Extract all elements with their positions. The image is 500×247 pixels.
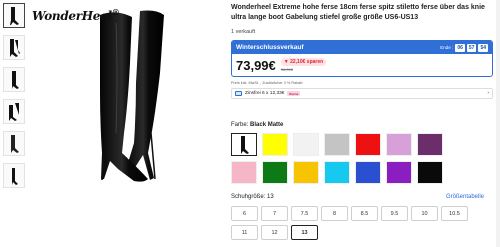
boot-thumbnail-icon — [12, 70, 19, 89]
klarna-badge: Klarna — [287, 91, 300, 96]
thumbnail-6[interactable] — [3, 163, 25, 188]
thumbnail-1[interactable] — [3, 3, 25, 28]
boot-thumbnail-icon — [10, 6, 19, 25]
thumbnail-strip — [3, 3, 25, 195]
color-swatch-grid — [231, 133, 471, 184]
chevron-right-icon: › — [487, 91, 489, 96]
thumbnail-4[interactable] — [3, 99, 25, 124]
size-option[interactable]: 9.5 — [381, 206, 408, 221]
product-info-panel: Wonderheel Extreme hohe ferse 18cm ferse… — [231, 3, 493, 99]
size-chart-link[interactable]: Größentabelle — [446, 194, 484, 200]
selected-color-name: Black Matte — [250, 122, 284, 128]
boot-thumbnail-icon — [12, 167, 18, 185]
sale-deal-header: Winterschlussverkauf Ende : 06 57 54 — [232, 41, 492, 54]
swatch-color-11[interactable] — [324, 161, 350, 184]
color-label-prefix: Farbe: — [231, 122, 249, 128]
size-option[interactable]: 11 — [231, 225, 258, 240]
countdown-hours: 06 — [455, 43, 465, 52]
size-option[interactable]: 8.5 — [351, 206, 378, 221]
thigh-high-boots-image — [100, 10, 164, 182]
sale-title: Winterschlussverkauf — [236, 44, 304, 51]
credit-card-icon — [235, 91, 242, 96]
swatch-color-5[interactable] — [355, 133, 381, 156]
savings-block: ▼ 22,10€ sparen 96,09€ — [280, 58, 327, 72]
size-option[interactable]: 10.5 — [441, 206, 468, 221]
size-label: Schuhgröße: 13 — [231, 194, 274, 200]
current-price: 73,99€ — [236, 57, 276, 73]
size-option[interactable]: 7 — [261, 206, 288, 221]
sale-deal-box: Winterschlussverkauf Ende : 06 57 54 73,… — [231, 40, 493, 77]
swatch-color-13[interactable] — [386, 161, 412, 184]
installment-row[interactable]: Zinsfrei 6 x 12,33€ Klarna › — [231, 88, 493, 99]
swatch-color-10[interactable] — [293, 161, 319, 184]
boot-thumbnail-icon — [10, 38, 20, 57]
swatch-color-9[interactable] — [262, 161, 288, 184]
size-option[interactable]: 10 — [411, 206, 438, 221]
swatch-color-4[interactable] — [324, 133, 350, 156]
swatch-color-8[interactable] — [231, 161, 257, 184]
swatch-color-14[interactable] — [417, 161, 443, 184]
vat-note: Preis inkl. MwSt. , Zusätzlicher 3 % Rab… — [231, 81, 303, 85]
size-options-grid: 6 7 7.5 8 8.5 9.5 10 10.5 11 12 13 — [231, 206, 469, 240]
sold-count: 1 verkauft — [231, 29, 256, 35]
boot-swatch-icon — [241, 135, 249, 154]
swatch-color-3[interactable] — [293, 133, 319, 156]
sale-countdown: Ende : 06 57 54 — [440, 43, 488, 52]
countdown-label: Ende : — [440, 45, 454, 50]
swatch-black-matte[interactable] — [231, 133, 257, 156]
product-title: Wonderheel Extreme hohe ferse 18cm ferse… — [231, 4, 485, 21]
swatch-color-6[interactable] — [386, 133, 412, 156]
boot-thumbnail-icon — [9, 102, 20, 121]
swatch-color-12[interactable] — [355, 161, 381, 184]
product-main-image[interactable]: WonderHeel® — [30, 3, 220, 193]
thumbnail-3[interactable] — [3, 67, 25, 92]
swatch-color-2[interactable] — [262, 133, 288, 156]
color-label: Farbe: Black Matte — [231, 122, 283, 128]
original-price: 96,09€ — [280, 67, 293, 72]
page-scrollbar[interactable] — [496, 0, 500, 247]
size-option[interactable]: 6 — [231, 206, 258, 221]
size-option[interactable]: 7.5 — [291, 206, 318, 221]
countdown-minutes: 57 — [466, 43, 477, 52]
thumbnail-2[interactable] — [3, 35, 25, 60]
thumbnail-5[interactable] — [3, 131, 25, 156]
sale-deal-body: 73,99€ ▼ 22,10€ sparen 96,09€ — [232, 54, 492, 76]
swatch-color-7[interactable] — [417, 133, 443, 156]
installment-text: Zinsfrei 6 x 12,33€ — [245, 91, 285, 96]
countdown-seconds: 54 — [478, 43, 488, 52]
brand-logo: WonderHeel® — [32, 7, 120, 23]
savings-badge: ▼ 22,10€ sparen — [280, 58, 327, 66]
size-option-selected[interactable]: 13 — [291, 225, 318, 240]
size-option[interactable]: 8 — [321, 206, 348, 221]
installment-info: Zinsfrei 6 x 12,33€ Klarna — [235, 91, 300, 96]
boot-thumbnail-icon — [11, 134, 19, 153]
size-option[interactable]: 12 — [261, 225, 288, 240]
